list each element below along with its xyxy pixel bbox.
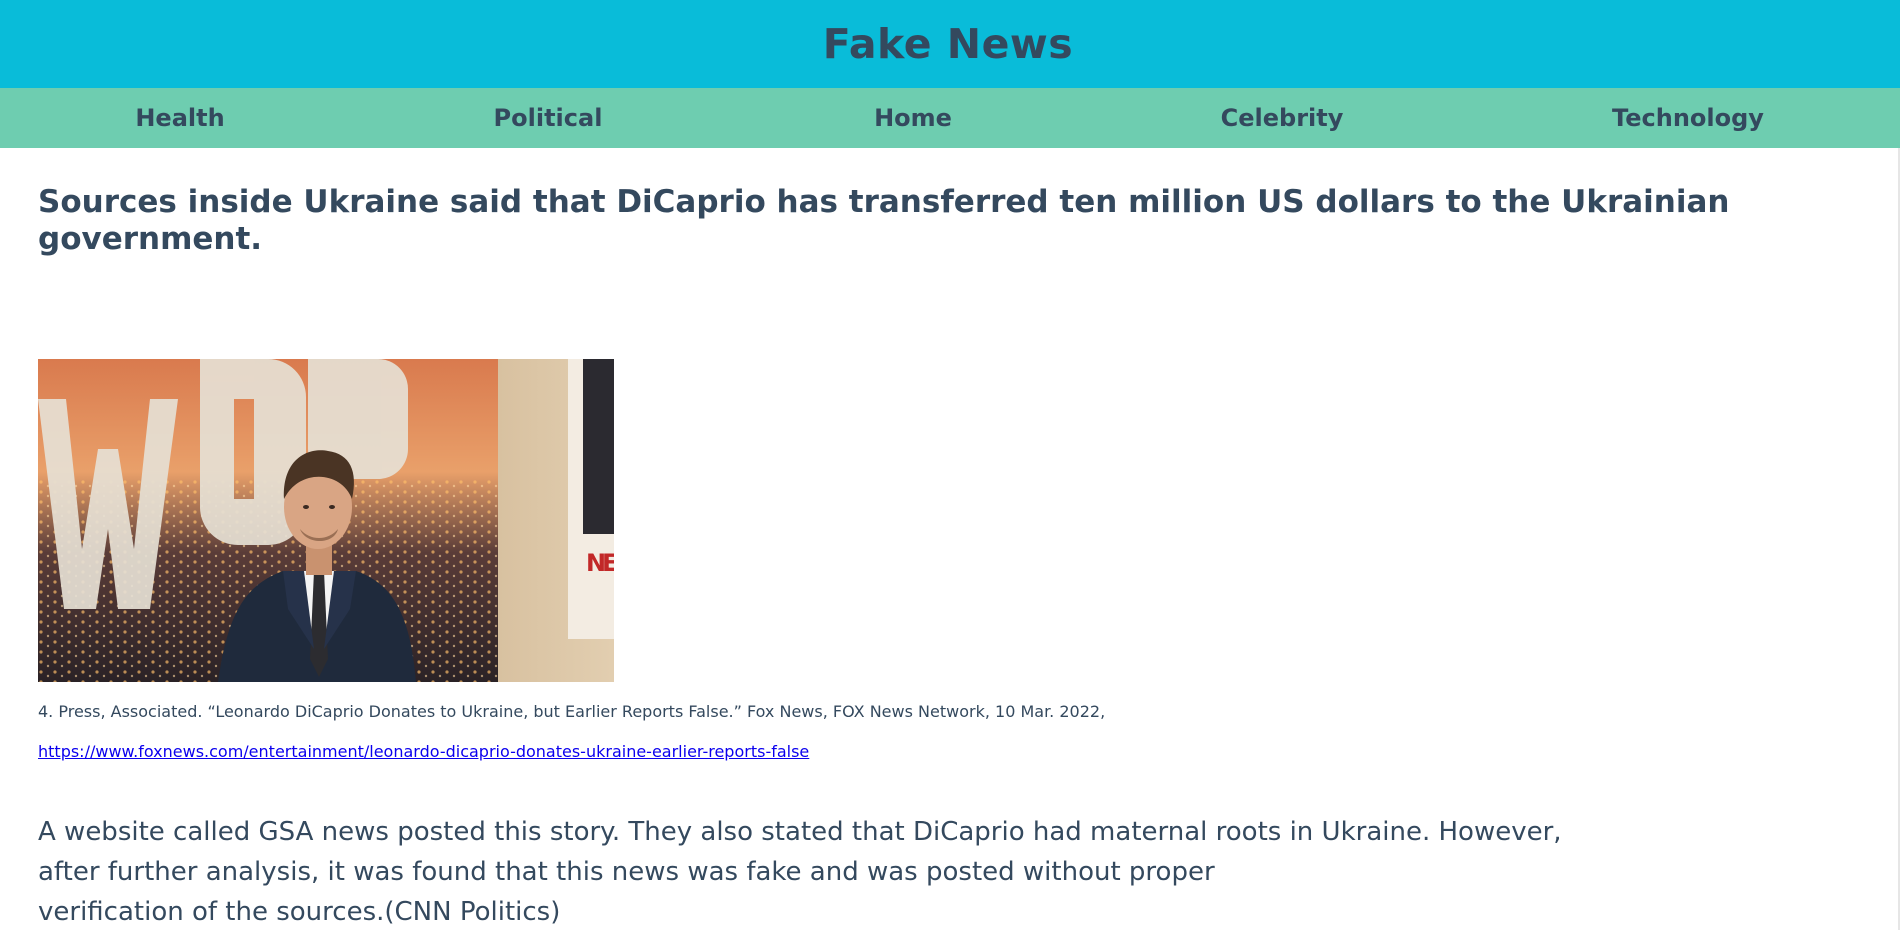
body-line: A website called GSA news posted this st… <box>38 817 1562 847</box>
source-link[interactable]: https://www.foxnews.com/entertainment/le… <box>38 742 809 761</box>
dicaprio-photo-illustration: N E <box>38 359 614 682</box>
nav-item-celebrity[interactable]: Celebrity <box>1221 88 1344 148</box>
nav-item-health[interactable]: Health <box>135 88 224 148</box>
nav-item-technology[interactable]: Technology <box>1612 88 1764 148</box>
svg-text:E: E <box>602 549 614 577</box>
article-body: A website called GSA news posted this st… <box>38 812 1638 932</box>
main-nav: Health Political Home Celebrity Technolo… <box>0 88 1900 148</box>
body-line: after further analysis, it was found tha… <box>38 857 1215 887</box>
body-line: verification of the sources.(CNN Politic… <box>38 897 561 927</box>
nav-item-home[interactable]: Home <box>874 88 952 148</box>
site-title: Fake News <box>822 20 1074 68</box>
image-citation: 4. Press, Associated. “Leonardo DiCaprio… <box>38 702 1106 721</box>
nav-item-political[interactable]: Political <box>494 88 603 148</box>
article-photo: N E <box>38 359 614 682</box>
article-headline: Sources inside Ukraine said that DiCapri… <box>38 184 1730 257</box>
site-header: Fake News <box>0 0 1900 88</box>
